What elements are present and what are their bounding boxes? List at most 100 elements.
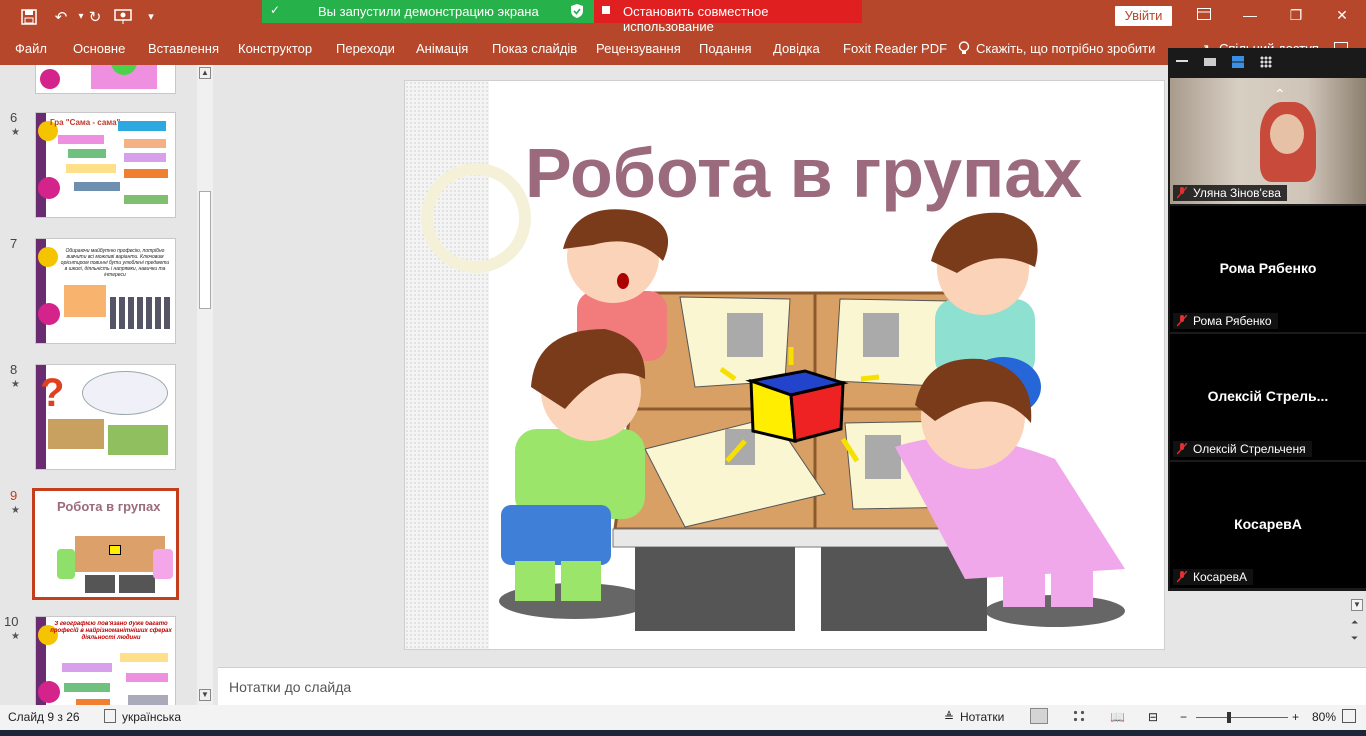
tell-me-search[interactable]: Скажіть, що потрібно зробити	[976, 41, 1155, 56]
thumb-title: Робота в групах	[57, 499, 161, 514]
scrollbar-thumb[interactable]	[199, 191, 211, 309]
thumbnail-scrollbar[interactable]: ▲ ▼	[197, 65, 213, 705]
slide-sorter-icon[interactable]	[1072, 709, 1086, 722]
thumb-shape	[38, 177, 60, 199]
thumb-shape	[68, 149, 106, 158]
slide-thumbnail-10[interactable]: З географією пов'язано дуже багато профе…	[35, 616, 176, 705]
tab-animations[interactable]: Анімація	[416, 41, 468, 56]
video-figure	[1270, 114, 1304, 154]
thumb-shape	[124, 153, 166, 162]
thumb-shape	[120, 653, 168, 662]
thumb-cube	[109, 545, 121, 555]
thumb-text: Обираючи майбутню професію, потрібно вив…	[60, 248, 170, 278]
save-icon[interactable]	[14, 0, 44, 33]
lightbulb-icon	[958, 41, 970, 59]
video-participants-panel: ⌃ Уляна Зінов'єва Рома Рябенко Рома Рябе…	[1168, 48, 1366, 591]
thumb-shape	[124, 169, 168, 178]
participant-display-name: КосаревА	[1234, 516, 1302, 532]
present-from-start-icon[interactable]	[108, 0, 138, 33]
slide-thumbnail-5[interactable]	[35, 65, 176, 94]
question-mark-icon: ?	[40, 371, 65, 415]
ribbon-display-options-icon[interactable]	[1182, 0, 1226, 33]
slide-thumbnail-8[interactable]: ?	[35, 364, 176, 470]
tab-home[interactable]: Основне	[73, 41, 125, 56]
thumb-image	[108, 425, 168, 455]
restore-icon[interactable]: ❐	[1274, 0, 1318, 33]
stop-share-button[interactable]: Остановить совместное использование	[594, 0, 862, 34]
participant-label: Олексій Стрельченя	[1173, 441, 1312, 457]
minimize-icon[interactable]: —	[1228, 0, 1272, 33]
tab-slideshow[interactable]: Показ слайдів	[492, 41, 577, 56]
muted-mic-icon	[1177, 315, 1187, 327]
tab-insert[interactable]: Вставлення	[148, 41, 219, 56]
thumb-title: Гра "Сама - сама"	[50, 118, 121, 127]
minimize-video-icon[interactable]	[1176, 60, 1188, 62]
fit-slide-icon[interactable]	[1342, 709, 1356, 723]
tab-design[interactable]: Конструктор	[238, 41, 312, 56]
scroll-up-icon[interactable]: ▲	[199, 67, 211, 79]
tab-review[interactable]: Рецензування	[596, 41, 681, 56]
redo-icon[interactable]: ↻	[80, 0, 110, 33]
thumb-shape	[128, 695, 168, 705]
notes-toggle-icon[interactable]: ≜	[944, 710, 954, 724]
gallery-view-icon[interactable]	[1260, 56, 1272, 68]
shield-icon	[571, 4, 583, 21]
spell-check-icon[interactable]	[104, 709, 116, 723]
slide-thumbnail-7[interactable]: Обираючи майбутню професію, потрібно вив…	[35, 238, 176, 344]
zoom-level[interactable]: 80%	[1312, 710, 1336, 724]
animation-star-icon: ★	[11, 631, 20, 642]
normal-view-icon[interactable]	[1030, 708, 1048, 724]
notes-pane[interactable]: Нотатки до слайда	[218, 667, 1366, 705]
strip-view-icon[interactable]	[1232, 56, 1244, 68]
participant-tile-3[interactable]: Олексій Стрель... Олексій Стрельченя	[1170, 334, 1366, 460]
scroll-down-icon[interactable]: ▼	[199, 689, 211, 701]
slide-title[interactable]: Робота в групах	[525, 133, 1082, 213]
title-bar: ↶ ▾ ↻ ▾ ✓ Вы запустили демонстрацию экра…	[0, 0, 1366, 34]
pin-icon[interactable]: ✓	[270, 3, 280, 17]
thumb-title: З географією пов'язано дуже багато профе…	[50, 621, 172, 641]
slide-thumbnail-6[interactable]: Гра "Сама - сама"	[35, 112, 176, 218]
zoom-slider[interactable]	[1196, 717, 1288, 718]
close-icon[interactable]: ✕	[1320, 0, 1364, 33]
tab-foxit[interactable]: Foxit Reader PDF	[843, 41, 947, 56]
participant-tile-2[interactable]: Рома Рябенко Рома Рябенко	[1170, 206, 1366, 332]
muted-mic-icon	[1177, 571, 1187, 583]
participant-tile-1[interactable]: ⌃ Уляна Зінов'єва	[1170, 78, 1366, 204]
slideshow-icon[interactable]: ⊟	[1148, 710, 1158, 724]
slide-thumbnail-pane: 6 ★ Гра "Сама - сама" 7 Обираючи майбутн…	[0, 65, 197, 705]
next-slide-icon[interactable]: ⏷	[1351, 633, 1358, 644]
animation-star-icon: ★	[11, 379, 20, 390]
tab-file[interactable]: Файл	[15, 41, 47, 56]
previous-slide-icon[interactable]: ⏶	[1351, 617, 1358, 628]
chevron-up-icon[interactable]: ⌃	[1274, 86, 1286, 103]
tab-view[interactable]: Подання	[699, 41, 752, 56]
language-indicator[interactable]: українська	[122, 710, 181, 724]
notes-toggle-button[interactable]: Нотатки	[960, 710, 1004, 724]
zoom-slider-thumb[interactable]	[1227, 712, 1231, 723]
scroll-down-icon[interactable]: ▼	[1351, 599, 1363, 611]
notes-placeholder: Нотатки до слайда	[229, 679, 352, 695]
customize-toolbar-icon[interactable]: ▾	[136, 0, 166, 33]
reading-view-icon[interactable]: 📖	[1110, 710, 1125, 724]
thumb-table-leg	[119, 575, 155, 593]
thumb-shape	[126, 673, 168, 682]
slide-thumbnail-9-selected[interactable]: Робота в групах	[32, 488, 179, 600]
zoom-in-icon[interactable]: +	[1292, 710, 1299, 724]
tab-transitions[interactable]: Переходи	[336, 41, 395, 56]
thumb-bubble	[82, 371, 168, 415]
zoom-out-icon[interactable]: −	[1180, 710, 1187, 724]
muted-mic-icon	[1177, 443, 1187, 455]
sign-in-button[interactable]: Увійти	[1115, 6, 1172, 26]
speaker-view-icon[interactable]	[1204, 58, 1216, 66]
thumb-shape	[66, 164, 116, 173]
participant-display-name: Рома Рябенко	[1219, 260, 1317, 276]
screen-share-banner: ✓ Вы запустили демонстрацию экрана	[262, 0, 594, 23]
thumb-shape	[62, 663, 112, 672]
participant-tile-4[interactable]: КосаревА КосаревА	[1170, 462, 1366, 588]
children-at-table-illustration	[499, 209, 1125, 631]
current-slide[interactable]: Робота в групах	[404, 80, 1165, 650]
thumb-image	[48, 419, 104, 449]
tab-help[interactable]: Довідка	[773, 41, 820, 56]
thumb-shape	[74, 182, 120, 191]
slide-number: 9	[10, 488, 18, 503]
